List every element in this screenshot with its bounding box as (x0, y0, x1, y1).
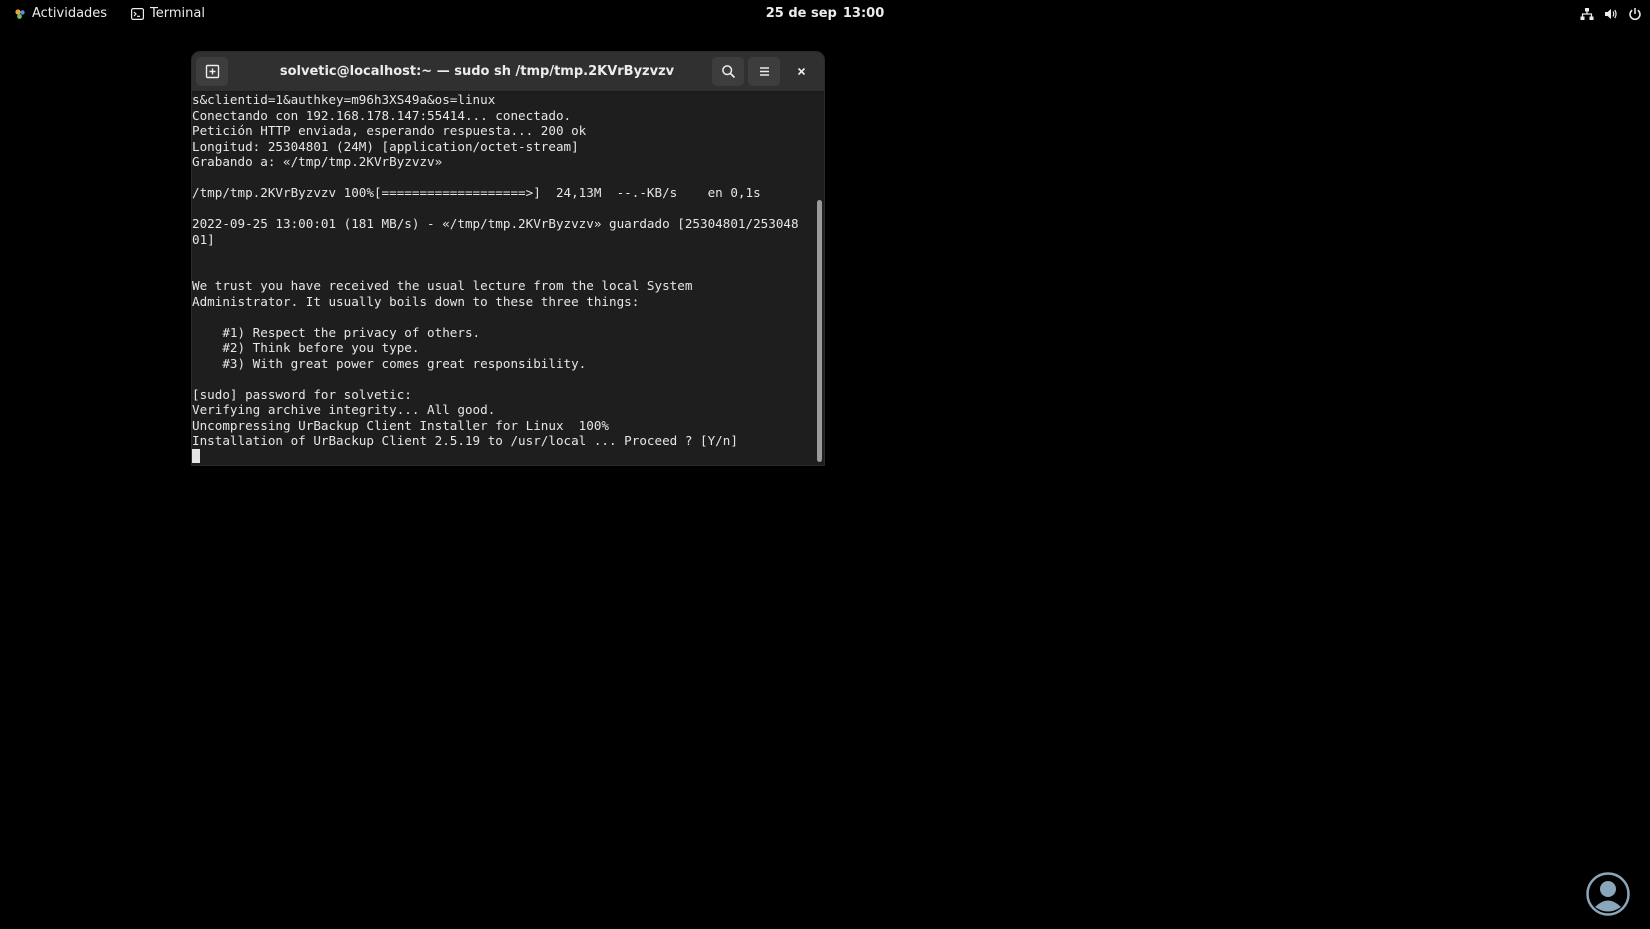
terminal-scrollbar[interactable] (813, 92, 824, 465)
window-headerbar[interactable]: solvetic@localhost:~ — sudo sh /tmp/tmp.… (192, 52, 824, 92)
terminal-line: [sudo] password for solvetic: (192, 386, 412, 402)
window-title: solvetic@localhost:~ — sudo sh /tmp/tmp.… (279, 64, 675, 79)
terminal-cursor (192, 448, 200, 463)
terminal-line: Conectando con 192.168.178.147:55414... … (192, 107, 572, 123)
terminal-line: #3) With great power comes great respons… (192, 355, 587, 371)
terminal-line: Longitud: 25304801 (24M) [application/oc… (192, 138, 579, 154)
power-icon (1629, 7, 1641, 20)
terminal-line: We trust you have received the usual lec… (192, 278, 693, 293)
clock-time: 13:00 (842, 6, 885, 21)
new-tab-icon (205, 64, 219, 79)
close-button[interactable] (788, 58, 815, 85)
terminal-line: 01] (192, 231, 215, 247)
terminal-output[interactable]: s&clientid=1&authkey=m96h3XS49a&os=linux… (192, 92, 812, 465)
terminal-line: 2022-09-25 13:00:01 (181 MB/s) - «/tmp/t… (192, 216, 799, 231)
search-icon (721, 65, 735, 79)
terminal-line: Verifying archive integrity... All good. (192, 402, 496, 417)
terminal-line: Grabando a: «/tmp/tmp.2KVrByzvzv» (192, 154, 443, 169)
close-icon (797, 67, 806, 76)
terminal-line: Installation of UrBackup Client 2.5.19 t… (192, 433, 738, 448)
volume-icon (1605, 8, 1617, 19)
watermark-logo-icon (1586, 872, 1630, 916)
system-tray[interactable] (1570, 0, 1642, 27)
main-menu-button[interactable] (748, 57, 780, 86)
terminal-line: #1) Respect the privacy of others. (192, 324, 481, 340)
terminal-line: Petición HTTP enviada, esperando respues… (192, 123, 587, 138)
network-icon (1580, 7, 1594, 20)
search-button[interactable] (712, 57, 744, 86)
terminal-line: /tmp/tmp.2KVrByzvzv 100%[===============… (192, 185, 761, 200)
terminal-line: Administrator. It usually boils down to … (192, 293, 640, 309)
top-bar: Actividades Terminal 25 de sep 13:00 (0, 0, 1650, 27)
clock-date: 25 de sep (765, 6, 837, 21)
terminal-line: #2) Think before you type. (192, 340, 420, 355)
terminal-line: s&clientid=1&authkey=m96h3XS49a&os=linux (192, 92, 496, 107)
new-tab-button[interactable] (196, 57, 228, 86)
scrollbar-thumb[interactable] (817, 200, 822, 462)
clock-button[interactable]: 25 de sep 13:00 (0, 0, 1650, 27)
terminal-text: s&clientid=1&authkey=m96h3XS49a&os=linux… (192, 92, 812, 464)
terminal-window: solvetic@localhost:~ — sudo sh /tmp/tmp.… (192, 52, 824, 465)
terminal-line: Uncompressing UrBackup Client Installer … (192, 417, 610, 433)
hamburger-menu-icon (759, 67, 769, 76)
